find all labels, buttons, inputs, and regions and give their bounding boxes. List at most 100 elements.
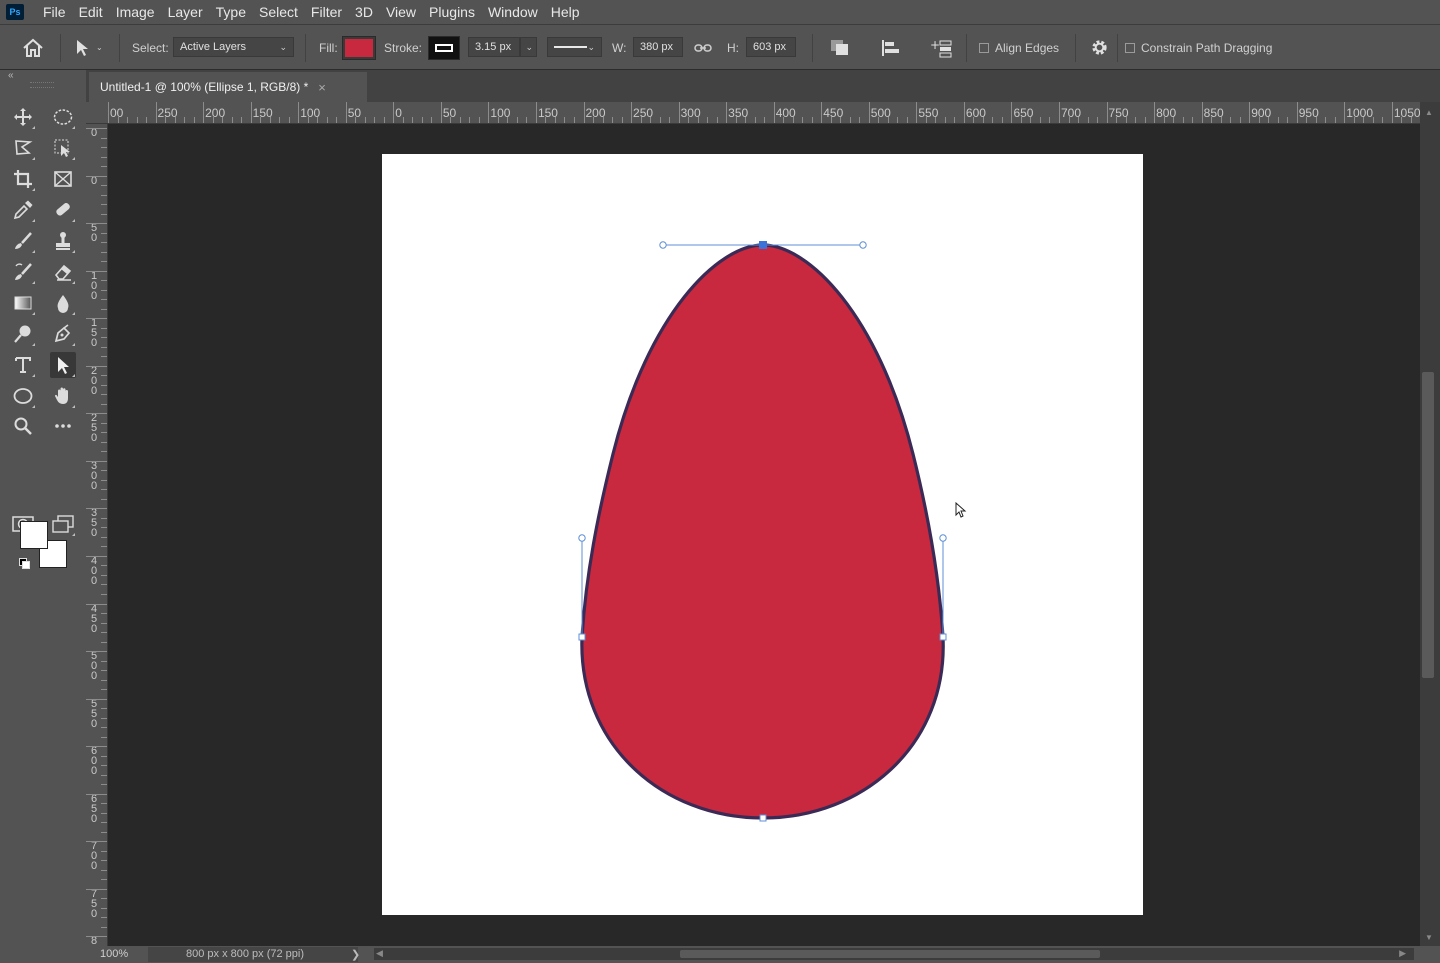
stroke-type-dropdown[interactable]: ⌄ (547, 37, 602, 57)
gear-icon[interactable] (1090, 25, 1109, 70)
handle-point[interactable] (578, 534, 586, 542)
type-tool-icon[interactable] (10, 352, 36, 378)
ruler-tick (155, 102, 157, 123)
ellipse-tool-icon[interactable] (10, 383, 36, 409)
path-operations-icon[interactable] (830, 25, 850, 70)
ruler-minor-tick (650, 117, 652, 123)
scroll-down-icon[interactable]: ▼ (1425, 933, 1433, 942)
egg-shape[interactable] (580, 243, 945, 820)
clone-stamp-tool-icon[interactable] (50, 228, 76, 254)
menu-plugins[interactable]: Plugins (423, 4, 482, 20)
anchor-point-selected[interactable] (759, 241, 767, 249)
width-input[interactable]: 380 px (633, 37, 683, 57)
anchor-point[interactable] (939, 633, 947, 641)
frame-tool-icon[interactable] (50, 166, 76, 192)
eraser-tool-icon[interactable] (50, 259, 76, 285)
ruler-minor-tick (1306, 117, 1308, 123)
select-label: Select: (132, 40, 169, 55)
handle-point[interactable] (859, 241, 867, 249)
ruler-minor-tick (944, 117, 946, 123)
path-alignment-icon[interactable] (881, 25, 901, 70)
zoom-tool-icon[interactable] (10, 413, 36, 439)
gradient-tool-icon[interactable] (10, 290, 36, 316)
pen-tool-icon[interactable] (50, 321, 76, 347)
ruler-minor-tick (402, 117, 404, 123)
photoshop-logo-icon: Ps (6, 4, 24, 20)
menu-image[interactable]: Image (110, 4, 162, 20)
menu-help[interactable]: Help (545, 4, 587, 20)
path-arrangement-icon[interactable]: + (930, 25, 954, 70)
close-icon[interactable]: × (318, 80, 326, 95)
vertical-ruler[interactable]: 0 0 50 100 150 200 250 300 350 400 450 500 550 600 650… (86, 124, 108, 946)
horizontal-ruler[interactable]: 00 250 200 150 100 50 0 50 100 150 200 250 300 350 400… (86, 102, 1420, 124)
ruler-tick (631, 102, 633, 123)
panel-grip[interactable] (30, 82, 54, 88)
align-edges-checkbox[interactable]: Align Edges (979, 25, 1059, 70)
default-colors-icon[interactable] (19, 558, 30, 569)
menu-3d[interactable]: 3D (349, 4, 380, 20)
path-selection-preset-icon[interactable]: ⌄ (74, 25, 103, 70)
object-selection-tool-icon[interactable] (50, 135, 76, 161)
constrain-path-dragging-checkbox[interactable]: Constrain Path Dragging (1125, 25, 1272, 70)
fill-swatch[interactable] (342, 36, 376, 60)
menu-layer[interactable]: Layer (162, 4, 210, 20)
menu-filter[interactable]: Filter (305, 4, 349, 20)
move-tool-icon[interactable] (10, 104, 36, 130)
handle-point[interactable] (939, 534, 947, 542)
ellipse-shape-layer[interactable] (108, 124, 1420, 946)
elliptical-marquee-tool-icon[interactable] (50, 104, 76, 130)
vertical-scrollbar[interactable]: ▲ ▼ (1420, 102, 1440, 946)
anchor-point[interactable] (578, 633, 586, 641)
handle-point[interactable] (659, 241, 667, 249)
scroll-right-icon[interactable]: ▶ (1399, 948, 1406, 959)
direct-selection-tool-icon[interactable] (50, 352, 76, 378)
home-icon[interactable] (22, 25, 44, 70)
history-brush-tool-icon[interactable] (10, 259, 36, 285)
ruler-tick (535, 102, 537, 123)
document-tab[interactable]: Untitled-1 @ 100% (Ellipse 1, RGB/8) * × (89, 72, 367, 102)
scroll-left-icon[interactable]: ◀ (376, 948, 383, 959)
screen-mode-icon[interactable] (50, 511, 76, 537)
menu-edit[interactable]: Edit (73, 4, 110, 20)
stroke-width-dropdown[interactable]: ⌄ (520, 37, 537, 57)
crop-tool-icon[interactable] (10, 166, 36, 192)
ruler-label: 550 (90, 697, 98, 730)
anchor-point[interactable] (759, 814, 767, 822)
menu-window[interactable]: Window (482, 4, 545, 20)
link-icon[interactable] (694, 25, 712, 70)
ruler-minor-tick (1030, 117, 1032, 123)
ruler-minor-tick (421, 117, 423, 123)
menu-file[interactable]: File (37, 4, 73, 20)
ruler-tick (101, 185, 107, 187)
blur-tool-icon[interactable] (50, 290, 76, 316)
spot-healing-brush-tool-icon[interactable] (50, 197, 76, 223)
stroke-swatch[interactable] (428, 36, 460, 60)
lasso-tool-icon[interactable] (10, 135, 36, 161)
scroll-up-icon[interactable]: ▲ (1425, 108, 1433, 117)
more-tools-icon[interactable] (50, 413, 76, 439)
zoom-level[interactable]: 100% (100, 948, 128, 960)
select-dropdown[interactable]: Active Layers ⌄ (173, 37, 294, 57)
menu-view[interactable]: View (380, 4, 423, 20)
status-menu-arrow-icon[interactable]: ❯ (351, 948, 360, 961)
scrollbar-thumb[interactable] (680, 950, 1100, 958)
menu-type[interactable]: Type (210, 4, 253, 20)
height-input[interactable]: 603 px (746, 37, 796, 57)
foreground-color-swatch[interactable] (20, 521, 48, 549)
menu-select[interactable]: Select (253, 4, 305, 20)
ruler-tick (868, 102, 870, 123)
dodge-tool-icon[interactable] (10, 321, 36, 347)
stroke-width-input[interactable]: 3.15 px (468, 37, 520, 57)
hand-tool-icon[interactable] (50, 383, 76, 409)
collapse-panel-icon[interactable]: « (8, 70, 14, 81)
ruler-label: 0 (90, 174, 98, 187)
ruler-tick (86, 413, 107, 415)
horizontal-scrollbar[interactable]: ◀ ▶ (374, 948, 1414, 960)
ruler-tick (101, 489, 107, 491)
ruler-tick (298, 102, 300, 123)
canvas-area[interactable] (108, 124, 1420, 946)
scrollbar-thumb[interactable] (1422, 372, 1434, 678)
eyedropper-tool-icon[interactable] (10, 197, 36, 223)
brush-tool-icon[interactable] (10, 228, 36, 254)
ruler-tick (440, 102, 442, 123)
